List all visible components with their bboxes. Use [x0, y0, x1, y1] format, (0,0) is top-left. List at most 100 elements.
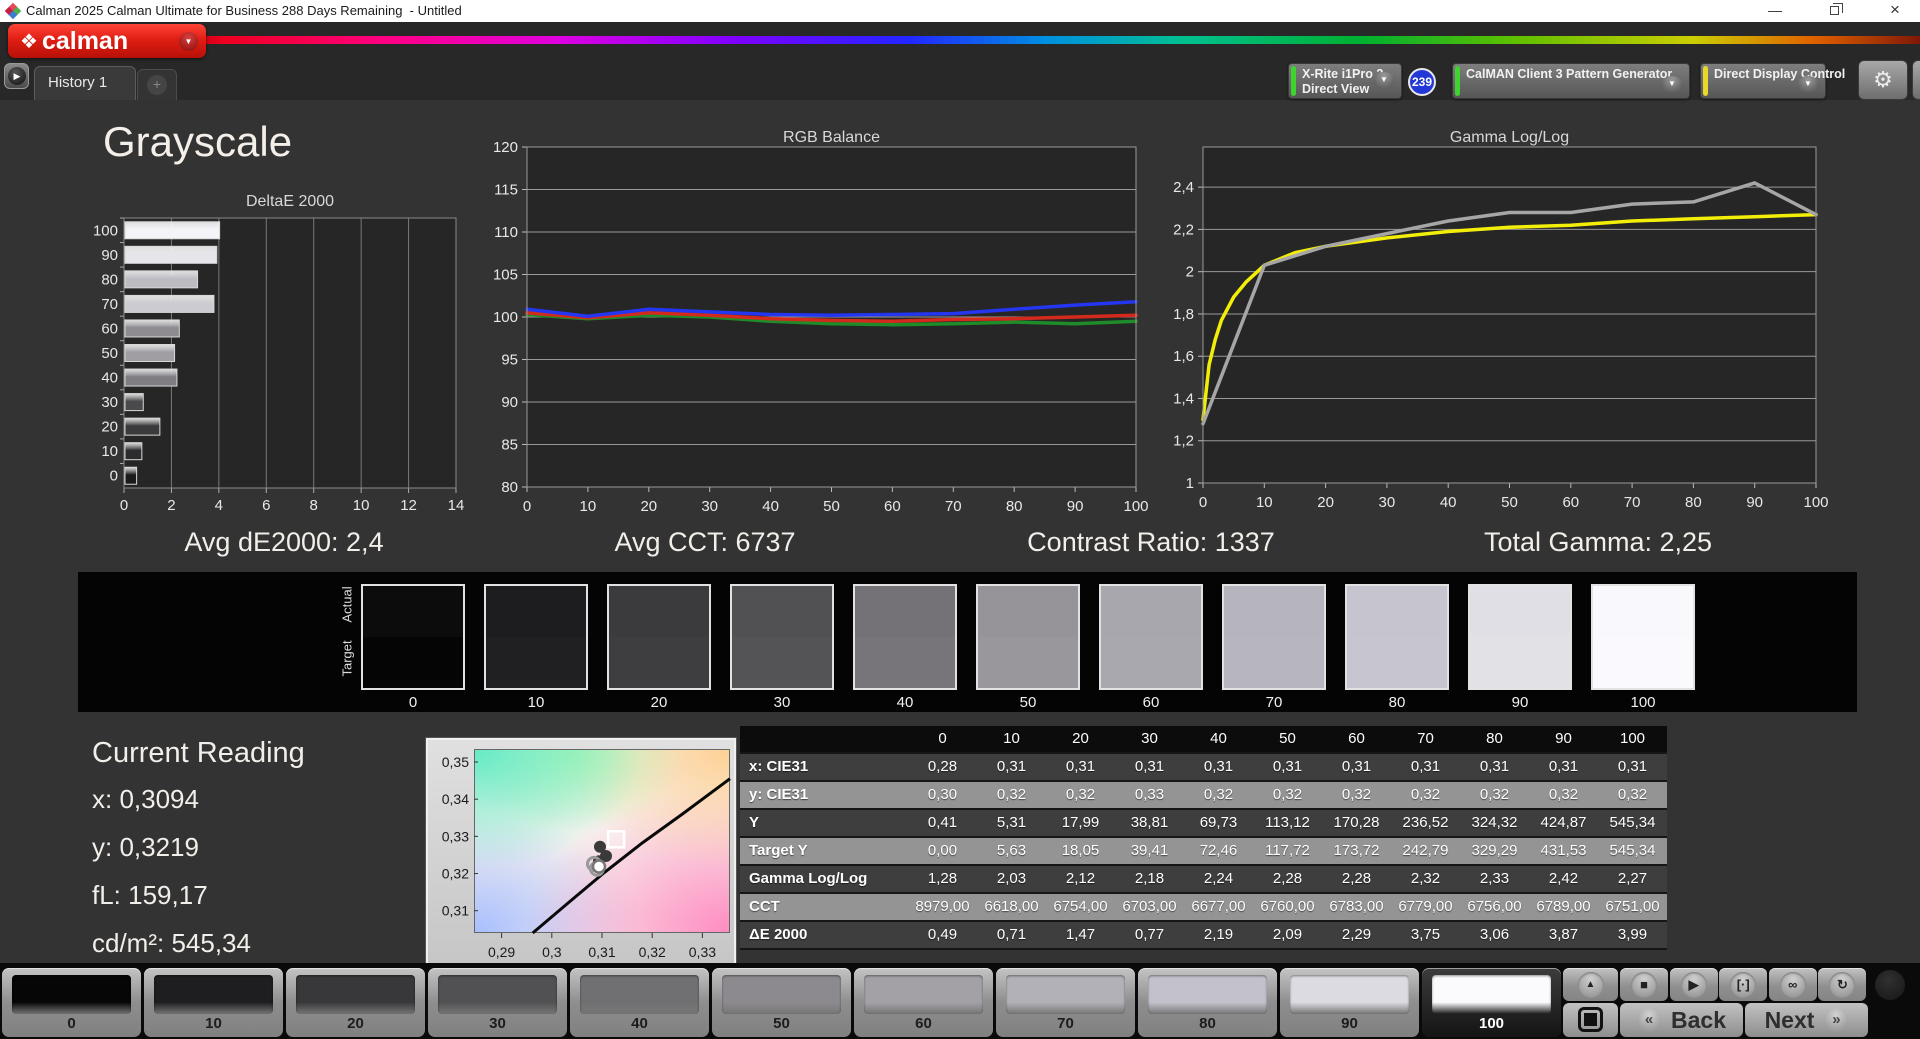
table-cell: 0,31 [1410, 758, 1441, 775]
collapse-panel-button[interactable]: ◀ [1912, 60, 1920, 100]
table-cell: 39,41 [1130, 842, 1169, 859]
play-button[interactable]: ▶ [1669, 968, 1718, 1001]
pattern-generator-dropdown[interactable]: CalMAN Client 3 Pattern Generator ▼ [1452, 63, 1690, 99]
target-half [486, 637, 586, 688]
pattern-swatch [1148, 975, 1267, 1014]
pattern-swatch [12, 975, 131, 1014]
table-cell: 6751,00 [1605, 898, 1660, 915]
target-half [363, 637, 463, 688]
restore-icon [1830, 3, 1843, 15]
svg-text:2: 2 [1186, 264, 1194, 281]
back-chevrons-icon: « [1637, 1008, 1661, 1032]
table-cell: 0,31 [1617, 758, 1648, 775]
pattern-swatch [1290, 975, 1409, 1014]
refresh-button[interactable]: ↻ [1818, 968, 1867, 1001]
tab-history-1[interactable]: History 1 [34, 66, 136, 100]
svg-text:0,3: 0,3 [542, 944, 562, 960]
svg-text:0,34: 0,34 [442, 791, 469, 807]
strip-swatch-label: 40 [896, 694, 914, 711]
table-cell: 0,33 [1134, 786, 1165, 803]
history-nav-button[interactable]: ▶ [4, 63, 29, 89]
svg-text:1,6: 1,6 [1173, 348, 1194, 365]
collapse-bar-button[interactable]: ▲ [1563, 968, 1618, 1001]
actual-half [855, 586, 955, 637]
table-cell: 0,31 [1341, 758, 1372, 775]
table-cell: 6760,00 [1260, 898, 1315, 915]
restore-button[interactable] [1812, 0, 1858, 22]
planckian-locus [531, 777, 731, 935]
measurement-table: 0 10 20 30 40 50 60 70 80 90 100 x: CIE31 0,28 0,31 0,… [740, 726, 1667, 950]
back-label: Back [1671, 1006, 1726, 1033]
meter-count-badge[interactable]: 239 [1408, 68, 1436, 96]
table-cell: 324,32 [1471, 814, 1518, 831]
strip-swatch-20 [607, 584, 711, 690]
svg-text:90: 90 [101, 247, 118, 264]
cie-point-square [606, 830, 626, 849]
table-cell: 2,03 [996, 870, 1027, 887]
pattern-level-bar: 0 10 20 30 40 50 60 70 80 90 100 ▲ ■ ▶ [·] ∞ ↻ « Back … [0, 963, 1920, 1039]
table-col-header: 70 [1417, 730, 1434, 747]
settings-button[interactable]: ⚙ [1858, 60, 1908, 100]
close-button[interactable]: × [1872, 0, 1918, 22]
pattern-button-70[interactable]: 70 [996, 968, 1135, 1037]
table-row-label: Y [749, 814, 760, 831]
calman-logo-icon: ❖ [20, 30, 38, 53]
deltae-bar-100 [124, 221, 221, 240]
table-cell: 3,87 [1548, 926, 1579, 943]
stop-icon: ■ [1631, 972, 1657, 998]
minimize-button[interactable]: — [1752, 0, 1798, 22]
strip-swatch-label: 80 [1388, 694, 1406, 711]
table-cell: 2,28 [1272, 870, 1303, 887]
table-cell: 2,19 [1203, 926, 1234, 943]
pattern-level-label: 30 [489, 1015, 506, 1032]
display-control-dropdown[interactable]: Direct Display Control ▼ [1700, 63, 1845, 99]
svg-text:0,32: 0,32 [639, 944, 666, 960]
pattern-button-90[interactable]: 90 [1280, 968, 1419, 1037]
back-button[interactable]: « Back [1620, 1003, 1743, 1037]
pattern-button-50[interactable]: 50 [712, 968, 851, 1037]
pattern-swatch [580, 975, 699, 1014]
layout-button[interactable] [1563, 1003, 1618, 1037]
calman-menu-button[interactable]: ❖ calman ▼ [8, 24, 206, 58]
app-icon [4, 2, 22, 20]
next-button[interactable]: Next » [1745, 1003, 1868, 1037]
chevron-up-icon: ▲ [1577, 972, 1604, 998]
svg-text:0: 0 [120, 497, 128, 514]
table-cell: 0,31 [1065, 758, 1096, 775]
table-cell: 2,33 [1479, 870, 1510, 887]
history-play-icon: ▶ [8, 67, 26, 85]
table-row-target-y: Target Y 0,00 5,63 18,05 39,41 72,46 117,72 173… [740, 838, 1667, 864]
current-reading-panel: Current Reading x: 0,3094 y: 0,3219 fL: … [92, 737, 305, 976]
table-cell: 3,75 [1410, 926, 1441, 943]
pattern-button-0[interactable]: 0 [2, 968, 141, 1037]
pattern-level-label: 40 [631, 1015, 648, 1032]
pattern-swatch [296, 975, 415, 1014]
table-cell: 329,29 [1471, 842, 1518, 859]
table-cell: 0,31 [1479, 758, 1510, 775]
strip-swatch-50 [976, 584, 1080, 690]
pattern-button-40[interactable]: 40 [570, 968, 709, 1037]
next-label: Next [1764, 1006, 1815, 1033]
add-tab-button[interactable]: + [137, 69, 177, 100]
pattern-level-label: 50 [773, 1015, 790, 1032]
target-half [978, 637, 1078, 688]
meter-dropdown[interactable]: X-Rite i1Pro 2 Direct View ▼ [1288, 63, 1402, 99]
continuous-measure-button[interactable]: ∞ [1768, 968, 1817, 1001]
pattern-swatch [1006, 975, 1125, 1014]
stop-button[interactable]: ■ [1620, 968, 1668, 1001]
window-titlebar: Calman 2025 Calman Ultimate for Business… [0, 0, 1920, 22]
pattern-button-20[interactable]: 20 [286, 968, 425, 1037]
pattern-button-10[interactable]: 10 [144, 968, 283, 1037]
pattern-button-80[interactable]: 80 [1138, 968, 1277, 1037]
pattern-button-60[interactable]: 60 [854, 968, 993, 1037]
pattern-swatch [154, 975, 273, 1014]
single-measure-button[interactable]: [·] [1719, 968, 1768, 1001]
strip-swatch-label: 70 [1265, 694, 1283, 711]
strip-swatch-label: 100 [1630, 694, 1656, 711]
table-cell: 0,32 [1272, 786, 1303, 803]
pattern-swatch [864, 975, 983, 1014]
pattern-button-30[interactable]: 30 [428, 968, 567, 1037]
svg-text:RGB Balance: RGB Balance [783, 129, 880, 146]
pattern-button-100[interactable]: 100 [1422, 968, 1561, 1037]
calman-menu-chevron-icon[interactable]: ▼ [179, 32, 198, 51]
